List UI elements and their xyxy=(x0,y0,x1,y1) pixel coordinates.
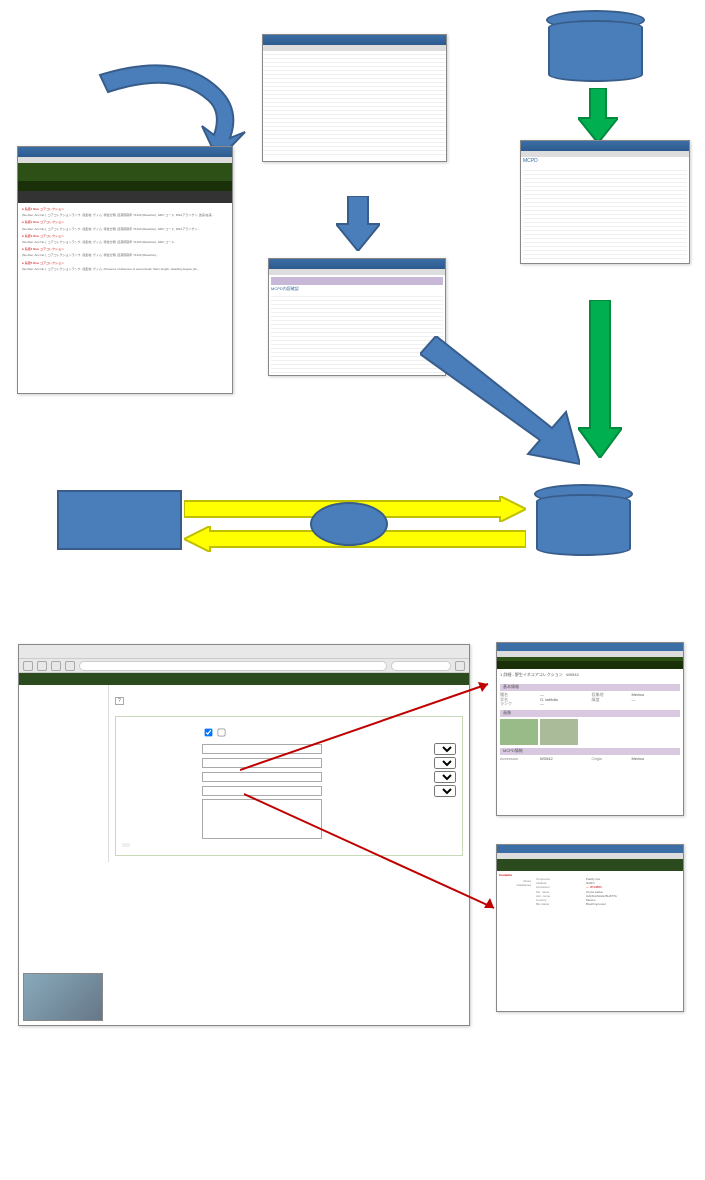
spreadsheet-mock-lineage xyxy=(262,34,447,162)
back-icon[interactable] xyxy=(23,661,33,671)
url-input[interactable] xyxy=(79,661,387,671)
figure-2-diagram: ? xyxy=(0,636,705,1076)
crop-rice-checkbox[interactable] xyxy=(202,726,215,741)
reload-icon[interactable] xyxy=(51,661,61,671)
mcpd-naro-mock: MCPD xyxy=(520,140,690,264)
crop-wheat-checkbox[interactable] xyxy=(215,726,228,741)
found-text: ? xyxy=(115,697,463,704)
arrow-green-down-db xyxy=(578,300,622,461)
acc-match[interactable] xyxy=(434,743,456,755)
cross-search-browser: ? xyxy=(18,644,470,1026)
naro-db-cylinder xyxy=(548,20,643,82)
species-input[interactable] xyxy=(202,772,322,782)
browser-toolbar xyxy=(19,659,469,673)
search-criteria xyxy=(115,716,463,856)
arrow-green-down-naro xyxy=(578,88,618,146)
nbrp-web-box xyxy=(57,490,182,550)
cross-db-cylinder xyxy=(536,494,631,556)
genus-match[interactable] xyxy=(434,757,456,769)
main-content: ? xyxy=(109,685,469,862)
arrow-blue-diagonal xyxy=(420,336,580,469)
arrow-blue-down-center xyxy=(336,196,380,254)
home-icon[interactable] xyxy=(65,661,75,671)
forward-icon[interactable] xyxy=(37,661,47,671)
acc-input[interactable] xyxy=(202,744,322,754)
search-input[interactable] xyxy=(391,661,451,671)
naro-detail-shot: Contents About Databases CropnamePaddy r… xyxy=(496,844,684,1012)
figure-1-diagram: ● 系統1 Rice コアコレクション (No.Rec, Acc.No.), コ… xyxy=(0,0,705,620)
nbrp-detail-shot: 1 詳細 - 野生イネコアコレクション W0542 基本情報 種名— 学名O. … xyxy=(496,642,684,816)
api-ellipse xyxy=(310,502,388,546)
sidebar xyxy=(19,685,109,862)
accname-input[interactable] xyxy=(202,786,322,796)
browser-titlebar xyxy=(19,645,469,659)
species-match[interactable] xyxy=(434,771,456,783)
accname-match[interactable] xyxy=(434,785,456,797)
menu-icon[interactable] xyxy=(455,661,465,671)
sidebar-photo xyxy=(23,973,103,1021)
country-listbox[interactable] xyxy=(202,799,322,839)
reset-button[interactable] xyxy=(126,843,130,847)
nbrp-browser-mock: ● 系統1 Rice コアコレクション (No.Rec, Acc.No.), コ… xyxy=(17,146,233,394)
page-header xyxy=(19,673,469,685)
genus-input[interactable] xyxy=(202,758,322,768)
